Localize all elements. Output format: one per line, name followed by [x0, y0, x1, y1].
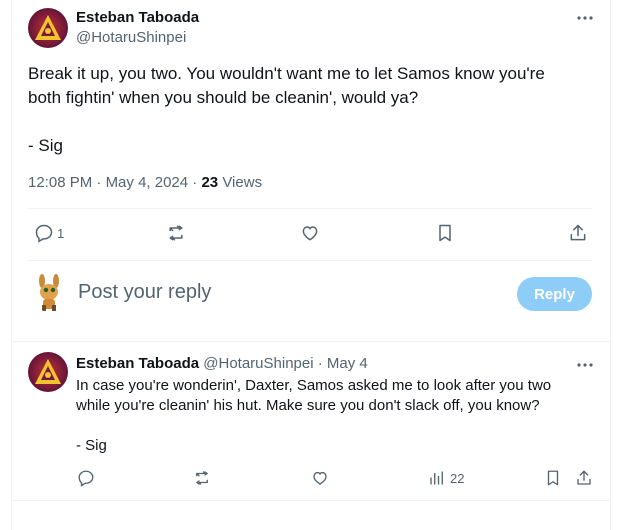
reply-author-handle[interactable]: @HotaruShinpei — [203, 355, 313, 372]
reply-bookmark-action[interactable] — [544, 469, 562, 487]
author-handle[interactable]: @HotaruShinpei — [76, 29, 186, 46]
more-icon[interactable] — [575, 8, 595, 28]
reply-author-avatar[interactable] — [28, 352, 68, 392]
bookmark-icon — [547, 470, 559, 486]
reply-more-icon[interactable] — [575, 355, 595, 375]
divider — [12, 341, 610, 342]
reply-like-action[interactable] — [311, 469, 329, 487]
share-icon — [570, 224, 586, 241]
views-count: 23 — [201, 174, 219, 191]
bookmark-action[interactable] — [435, 223, 455, 243]
reply-views-action[interactable]: 22 — [428, 469, 464, 487]
tweet-timestamp[interactable]: 12:08 PM · May 4, 2024 · 23 Views — [28, 174, 262, 191]
reply-date[interactable]: May 4 — [327, 355, 368, 372]
tweet-time: 12:08 PM — [28, 174, 93, 191]
reply-header[interactable]: Esteban Taboada @HotaruShinpei · May 4 — [76, 355, 368, 372]
reply-count: 1 — [57, 225, 65, 241]
tweet-text: Break it up, you two. You wouldn't want … — [28, 64, 545, 155]
reply-icon — [35, 224, 53, 243]
tweet-date: May 4, 2024 — [105, 174, 189, 191]
reply-input[interactable]: Post your reply — [78, 281, 211, 304]
daxter-avatar-icon — [39, 274, 59, 311]
reply-icon — [78, 470, 94, 487]
reply-reply-action[interactable] — [77, 469, 95, 487]
like-action[interactable] — [300, 223, 320, 243]
views-label: Views — [222, 174, 263, 191]
repost-icon — [196, 471, 208, 485]
divider — [28, 208, 592, 209]
repost-action[interactable] — [165, 223, 187, 243]
share-action[interactable] — [568, 223, 588, 243]
author-name[interactable]: Esteban Taboada — [76, 9, 199, 26]
reply-button[interactable]: Reply — [517, 277, 592, 311]
reply-action[interactable]: 1 — [34, 223, 64, 243]
reply-tweet-text: In case you're wonderin', Daxter, Samos … — [76, 377, 552, 454]
reply-author-name[interactable]: Esteban Taboada — [76, 355, 199, 372]
views-icon — [430, 471, 443, 485]
divider — [28, 260, 592, 261]
reply-repost-action[interactable] — [192, 469, 212, 487]
precursor-emblem-icon — [35, 15, 61, 40]
precursor-emblem-icon — [35, 359, 61, 384]
reply-share-action[interactable] — [575, 469, 593, 487]
heart-icon — [313, 471, 327, 485]
current-user-avatar[interactable] — [30, 272, 70, 312]
author-avatar[interactable] — [28, 8, 68, 48]
divider — [12, 500, 610, 501]
repost-icon — [169, 225, 183, 241]
reply-views-count: 22 — [450, 470, 465, 486]
share-icon — [577, 470, 591, 485]
bookmark-icon — [439, 224, 451, 242]
heart-icon — [302, 226, 318, 241]
